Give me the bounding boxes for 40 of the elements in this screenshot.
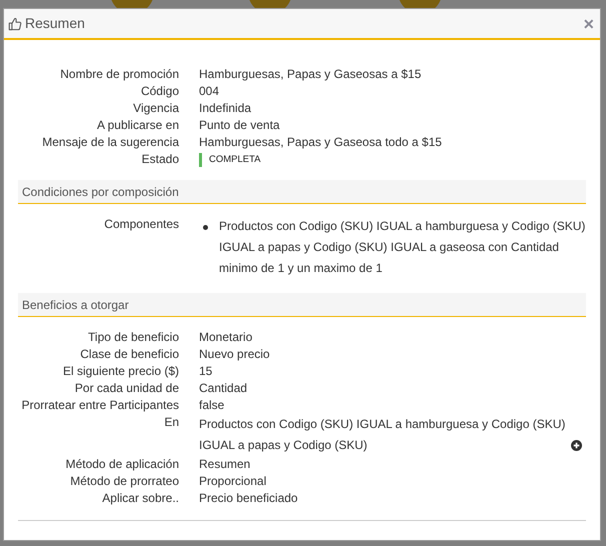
field-label: Código (140, 83, 179, 100)
field-label: Componentes (103, 216, 179, 233)
field-value: 004 (199, 84, 220, 98)
field-value: false (199, 398, 224, 412)
field-value: Hamburguesas, Papas y Gaseosas a $15 (199, 67, 422, 81)
field-label: Mensaje de la sugerencia (41, 134, 179, 151)
dialog-title: Resumen (25, 14, 85, 33)
field-value: Resumen (199, 457, 250, 471)
field-label: Por cada unidad de (74, 380, 179, 397)
field-label: Nombre de promoción (59, 66, 179, 83)
field-value: 15 (199, 364, 212, 378)
component-text: Productos con Codigo (SKU) IGUAL a hamburguesa y Codigo (SKU) IGUAL a papas y Codigo (SKU) IGUAL a gaseosa con Cantidad minimo de 1 y un maximo de 1 (219, 218, 586, 277)
section-header: Beneficios a otorgar (18, 293, 586, 317)
field-label: Método de aplicación (64, 456, 179, 473)
field-value: Hamburguesas, Papas y Gaseosa todo a $15 (199, 135, 442, 149)
field-label: Estado (140, 151, 179, 168)
field-label: El siguiente precio ($) (62, 363, 179, 380)
field-label: Método de prorrateo (69, 473, 179, 490)
field-value: Punto de venta (199, 118, 280, 132)
status-bar-icon (199, 152, 202, 166)
close-button[interactable]: × (583, 14, 594, 32)
bullet-icon (203, 225, 208, 230)
field-label: Vigencia (132, 100, 179, 117)
field-value: Proporcional (199, 474, 266, 488)
thumbs-up-icon (8, 16, 22, 30)
field-label: En (163, 414, 179, 431)
field-value: Monetario (199, 330, 252, 344)
field-label: Prorratear entre Participantes (20, 397, 179, 414)
field-value: Productos con Codigo (SKU) IGUAL a hamburguesa y Codigo (SKU) IGUAL a papas y Codigo (SKU) (199, 416, 566, 454)
section-header: Condiciones por composición (18, 180, 586, 204)
field-value: Nuevo precio (199, 347, 270, 361)
field-value: Precio beneficiado (199, 491, 298, 505)
field-label: A publicarse en (96, 117, 179, 134)
field-value: Cantidad (199, 381, 248, 395)
plus-circle-icon[interactable] (571, 440, 582, 451)
field-label: Clase de beneficio (79, 346, 179, 363)
status-label: COMPLETA (209, 153, 261, 167)
field-label: Tipo de beneficio (87, 329, 179, 346)
field-value: Indefinida (199, 101, 252, 115)
field-label: Aplicar sobre.. (101, 490, 179, 507)
